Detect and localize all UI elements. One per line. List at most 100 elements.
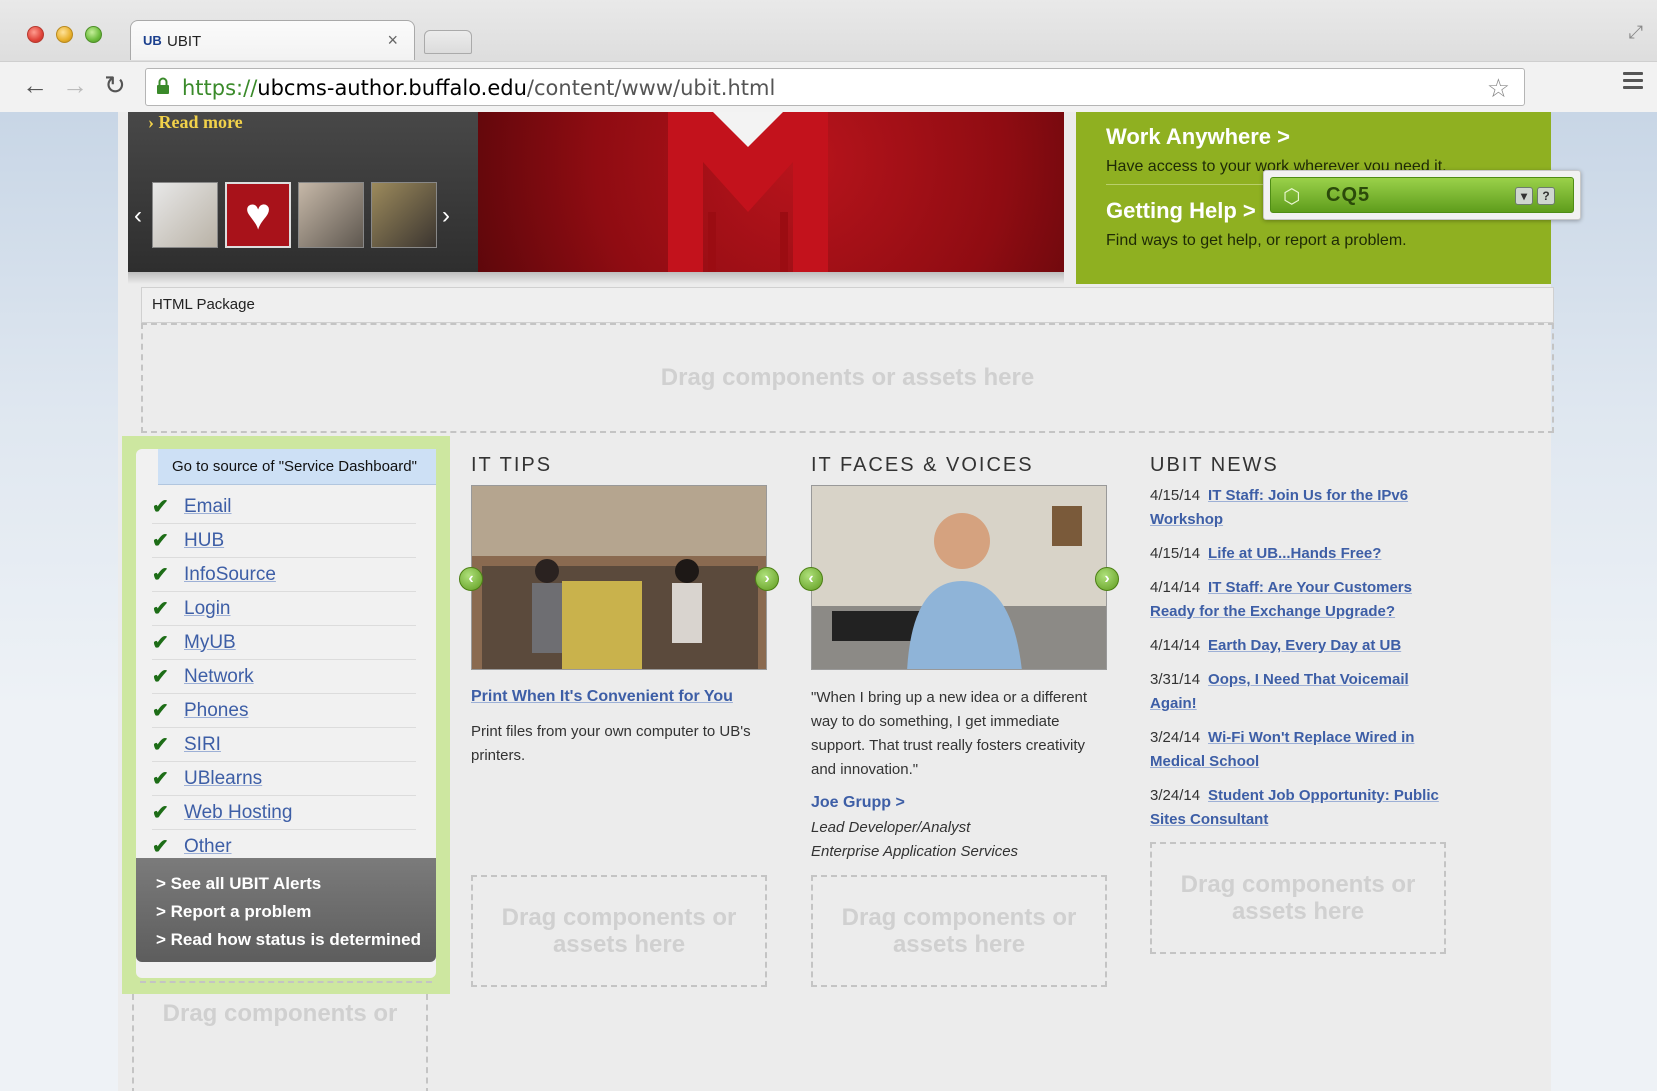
news-item: 3/24/14 Student Job Opportunity: Public S… <box>1150 784 1450 832</box>
it-tips-article-link[interactable]: Print When It's Convenient for You <box>471 688 733 706</box>
service-item[interactable]: ✔ SIRI <box>152 728 416 762</box>
m-logo-icon <box>668 112 828 272</box>
dropzone[interactable]: Drag components or assets here <box>1150 842 1446 954</box>
checkmark-icon: ✔ <box>152 666 169 688</box>
person-department: Enterprise Application Services <box>811 843 1019 860</box>
checkmark-icon: ✔ <box>152 836 169 858</box>
service-link[interactable]: Login <box>184 598 231 620</box>
cq5-help-button[interactable]: ? <box>1537 187 1555 205</box>
service-dashboard[interactable]: UI Go to source of "Service Dashboard" ✔… <box>122 436 450 994</box>
joe-grupp-link[interactable]: Joe Grupp > <box>811 794 905 812</box>
service-item[interactable]: ✔ Login <box>152 592 416 626</box>
news-list: 4/15/14 IT Staff: Join Us for the IPv6 Wo… <box>1150 484 1450 842</box>
close-window-button[interactable] <box>27 26 44 43</box>
reload-icon[interactable]: ↻ <box>104 70 126 100</box>
news-link[interactable]: Life at UB...Hands Free? <box>1208 545 1381 562</box>
zoom-window-button[interactable] <box>85 26 102 43</box>
faces-photo[interactable] <box>811 485 1107 670</box>
getting-help-link[interactable]: Getting Help > <box>1106 198 1256 224</box>
tab-title: UBIT <box>167 33 202 50</box>
cq5-sidekick[interactable]: ⬡ CQ5 ▾ ? <box>1263 170 1581 220</box>
dropzone-edge <box>140 981 432 995</box>
html-package-label: HTML Package <box>152 296 255 313</box>
checkmark-icon: ✔ <box>152 734 169 756</box>
news-date: 3/31/14 <box>1150 671 1201 688</box>
carousel-thumbnail[interactable] <box>298 182 364 248</box>
it-tips-next-icon[interactable]: › <box>755 567 779 591</box>
address-bar[interactable]: https://ubcms-author.buffalo.edu/content… <box>145 68 1525 106</box>
service-link[interactable]: UBlearns <box>184 768 262 790</box>
faces-prev-icon[interactable]: ‹ <box>799 567 823 591</box>
heart-icon: ♥ <box>244 190 272 239</box>
menu-icon[interactable] <box>1623 72 1643 93</box>
getting-help-text: Find ways to get help, or report a probl… <box>1106 232 1407 249</box>
browser-tab[interactable]: UB UBIT × <box>130 20 415 60</box>
service-link[interactable]: MyUB <box>184 632 236 654</box>
faces-next-icon[interactable]: › <box>1095 567 1119 591</box>
source-tooltip[interactable]: Go to source of "Service Dashboard" <box>158 449 436 485</box>
service-item[interactable]: ✔ Email <box>152 490 416 524</box>
service-link[interactable]: Email <box>184 496 232 518</box>
html-package-bar[interactable]: HTML Package <box>141 287 1554 323</box>
it-tips-heading: IT TIPS <box>471 454 553 476</box>
bookmark-star-icon[interactable]: ☆ <box>1487 73 1510 104</box>
dropzone[interactable]: Drag components or assets here <box>141 323 1554 433</box>
it-tips-photo[interactable] <box>471 485 767 670</box>
work-anywhere-link[interactable]: Work Anywhere > <box>1106 124 1290 150</box>
it-tips-image <box>472 486 766 669</box>
service-link[interactable]: InfoSource <box>184 564 276 586</box>
url-text[interactable]: https://ubcms-author.buffalo.edu/content… <box>182 76 775 100</box>
url-scheme: https:// <box>182 76 258 100</box>
service-link[interactable]: Network <box>184 666 254 688</box>
carousel-thumbnail[interactable] <box>371 182 437 248</box>
news-item: 4/15/14 Life at UB...Hands Free? <box>1150 542 1450 566</box>
service-footer: > See all UBIT Alerts > Report a problem… <box>136 858 436 962</box>
news-item: 3/31/14 Oops, I Need That Voicemail Again… <box>1150 668 1450 716</box>
hero-caption-panel: › Read more ‹ ♥ › <box>128 112 478 272</box>
service-item[interactable]: ✔ Phones <box>152 694 416 728</box>
dropzone[interactable]: Drag components or assets here <box>471 875 767 987</box>
news-item: 3/24/14 Wi-Fi Won't Replace Wired in Medi… <box>1150 726 1450 774</box>
service-item[interactable]: ✔ InfoSource <box>152 558 416 592</box>
service-item[interactable]: ✔ Network <box>152 660 416 694</box>
fullscreen-icon[interactable]: ⤢ <box>1629 22 1643 43</box>
carousel-thumbnail-active[interactable]: ♥ <box>225 182 291 248</box>
service-item[interactable]: ✔ Web Hosting <box>152 796 416 830</box>
cq5-dropdown-button[interactable]: ▾ <box>1515 187 1533 205</box>
status-info-link[interactable]: > Read how status is determined <box>156 926 436 954</box>
url-host: ubcms-author.buffalo.edu <box>257 76 527 100</box>
tab-close-icon[interactable]: × <box>387 30 398 51</box>
report-problem-link[interactable]: > Report a problem <box>156 898 436 926</box>
dropzone[interactable]: Drag components or assets here <box>811 875 1107 987</box>
cq5-titlebar[interactable]: ⬡ CQ5 ▾ ? <box>1270 177 1574 213</box>
service-link[interactable]: Other <box>184 836 232 858</box>
new-tab-button[interactable] <box>424 30 472 54</box>
minimize-window-button[interactable] <box>56 26 73 43</box>
service-item[interactable]: ✔ MyUB <box>152 626 416 660</box>
forward-arrow-icon[interactable]: → <box>62 70 88 100</box>
checkmark-icon: ✔ <box>152 700 169 722</box>
back-arrow-icon[interactable]: ← <box>22 70 48 100</box>
thumbs-prev-icon[interactable]: ‹ <box>134 202 142 230</box>
checkmark-icon: ✔ <box>152 768 169 790</box>
service-link[interactable]: HUB <box>184 530 224 552</box>
service-link[interactable]: Web Hosting <box>184 802 292 824</box>
page-viewport: › Read more ‹ ♥ › Work Anywhere > Have a… <box>0 112 1657 1091</box>
service-item[interactable]: ✔ HUB <box>152 524 416 558</box>
thumbs-next-icon[interactable]: › <box>442 202 450 230</box>
see-all-alerts-link[interactable]: > See all UBIT Alerts <box>156 870 436 898</box>
faces-heading: IT FACES & VOICES <box>811 454 1034 476</box>
it-tips-prev-icon[interactable]: ‹ <box>459 567 483 591</box>
checkmark-icon: ✔ <box>152 632 169 654</box>
read-more-link[interactable]: › Read more <box>148 112 243 133</box>
hero-image <box>478 112 1064 272</box>
news-date: 4/15/14 <box>1150 487 1201 504</box>
service-link[interactable]: SIRI <box>184 734 221 756</box>
dropzone-label: Drag components or <box>162 1000 398 1027</box>
carousel-thumbnail[interactable] <box>152 182 218 248</box>
service-item[interactable]: ✔ UBlearns <box>152 762 416 796</box>
service-link[interactable]: Phones <box>184 700 248 722</box>
news-item: 4/14/14 Earth Day, Every Day at UB <box>1150 634 1450 658</box>
news-link[interactable]: Earth Day, Every Day at UB <box>1208 637 1401 654</box>
checkmark-icon: ✔ <box>152 598 169 620</box>
